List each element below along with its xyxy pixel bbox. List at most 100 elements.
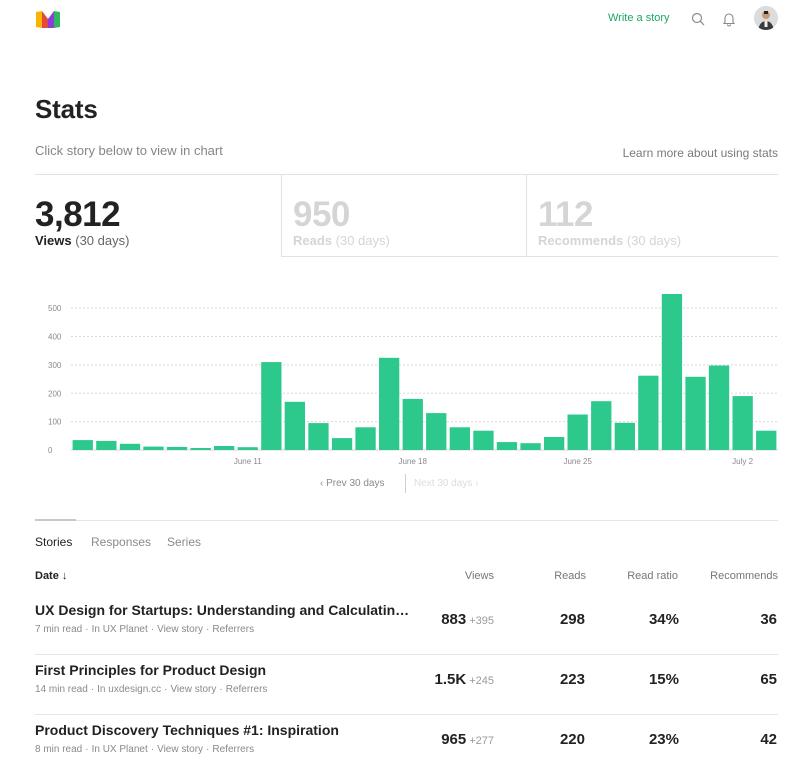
chart-bar[interactable] [331, 438, 353, 450]
y-tick-label: 0 [48, 446, 53, 455]
views-delta: +395 [469, 615, 494, 627]
chart-bar[interactable] [756, 430, 777, 450]
reads-cell: 223 [559, 671, 585, 688]
views-delta: +277 [469, 735, 494, 747]
metric-views[interactable]: 3,812 Views (30 days) [35, 175, 281, 257]
views-cell: 883 +395 [441, 611, 494, 628]
metric-recommends[interactable]: 112 Recommends (30 days) [526, 175, 778, 257]
chart-bar[interactable] [708, 365, 730, 451]
story-title[interactable]: Product Discovery Techniques #1: Inspira… [35, 722, 415, 738]
prev-30-days-label: Prev 30 days [326, 478, 385, 489]
active-tab-indicator [35, 519, 76, 521]
chevron-right-icon: › [475, 478, 479, 489]
medium-logo-icon[interactable] [36, 10, 60, 29]
referrers-link[interactable]: Referrers [226, 684, 268, 695]
read-ratio-cell: 15% [648, 671, 679, 688]
referrers-link[interactable]: Referrers [212, 744, 254, 755]
read-ratio-header[interactable]: Read ratio [627, 570, 678, 582]
metric-recommends-caption: Recommends (30 days) [538, 233, 681, 248]
chart-bar[interactable] [166, 446, 188, 450]
chart-bar[interactable] [496, 442, 518, 450]
chart-bar[interactable] [520, 443, 541, 450]
chevron-left-icon: ‹ [320, 478, 324, 489]
search-icon[interactable] [690, 11, 706, 27]
story-row[interactable]: Product Discovery Techniques #1: Inspira… [35, 715, 778, 773]
chart-bar[interactable] [685, 376, 706, 450]
tab-series[interactable]: Series [167, 535, 201, 549]
chart-bar[interactable] [591, 401, 612, 450]
story-meta: 7 min read · In UX Planet · View story · Refer… [35, 624, 255, 635]
chart-bar[interactable] [190, 448, 211, 450]
chart-bar[interactable] [473, 430, 494, 450]
views-cell: 965 +277 [441, 731, 494, 748]
chart-bar[interactable] [308, 423, 329, 450]
publication-link[interactable]: In UX Planet [92, 744, 148, 755]
view-story-link[interactable]: View story [157, 744, 203, 755]
metric-views-period: (30 days) [75, 233, 130, 248]
x-tick-label: June 11 [234, 457, 262, 466]
chart-bar[interactable] [119, 443, 141, 450]
views-header[interactable]: Views [465, 570, 494, 582]
story-row[interactable]: UX Design for Startups: Understanding an… [35, 595, 778, 655]
metric-reads-caption: Reads (30 days) [293, 233, 390, 248]
recommends-header[interactable]: Recommends [710, 570, 778, 582]
metric-reads[interactable]: 950 Reads (30 days) [281, 175, 526, 257]
y-tick-label: 400 [48, 333, 62, 342]
date-sort-header[interactable]: Date ↓ [35, 570, 67, 582]
x-tick-label: June 18 [398, 457, 427, 466]
metric-reads-period: (30 days) [335, 233, 390, 248]
chart-bar[interactable] [638, 375, 659, 450]
read-time: 8 min read [35, 744, 83, 755]
chart-bar[interactable] [426, 413, 447, 450]
reads-cell: 220 [559, 731, 585, 748]
chart-bar[interactable] [284, 401, 305, 450]
prev-30-days-button[interactable]: ‹ Prev 30 days [320, 478, 385, 489]
chart-bar[interactable] [72, 440, 93, 450]
views-cell: 1.5K +245 [435, 671, 494, 688]
publication-link[interactable]: In UX Planet [92, 624, 148, 635]
views-value: 1.5K [434, 671, 467, 688]
pager-divider [405, 474, 406, 493]
tabs-divider [35, 520, 778, 521]
story-row[interactable]: First Principles for Product Design 14 m… [35, 655, 778, 715]
publication-link[interactable]: In uxdesign.cc [97, 684, 161, 695]
chart-bar[interactable] [379, 357, 400, 450]
chart-bar[interactable] [143, 446, 164, 450]
avatar[interactable] [754, 6, 778, 30]
metric-reads-value: 950 [293, 195, 350, 234]
chart-bar[interactable] [261, 362, 282, 450]
chart-bar[interactable] [214, 446, 235, 450]
read-time: 14 min read [35, 684, 88, 695]
views-chart: 0 100 200 300 400 500 June 11 June 18 June 25 Jul… [35, 286, 780, 471]
referrers-link[interactable]: Referrers [212, 624, 254, 635]
view-story-link[interactable]: View story [170, 684, 216, 695]
metric-views-value: 3,812 [35, 195, 121, 234]
learn-more-link[interactable]: Learn more about using stats [623, 146, 778, 160]
metric-recommends-value: 112 [538, 195, 593, 234]
tab-stories[interactable]: Stories [35, 535, 72, 549]
chart-bar[interactable] [614, 422, 635, 450]
next-30-days-button[interactable]: Next 30 days › [414, 478, 479, 489]
chart-bar[interactable] [449, 427, 470, 450]
tab-responses[interactable]: Responses [91, 535, 151, 549]
chart-bar[interactable] [544, 437, 565, 450]
chart-bar[interactable] [732, 396, 753, 450]
chart-bar[interactable] [567, 414, 588, 451]
chart-bar[interactable] [661, 294, 683, 450]
y-tick-label: 500 [48, 304, 62, 313]
metric-recommends-period: (30 days) [626, 233, 682, 248]
story-title[interactable]: First Principles for Product Design [35, 662, 415, 678]
bell-icon[interactable] [721, 11, 737, 27]
reads-cell: 298 [559, 611, 585, 628]
chart-bar[interactable] [237, 447, 258, 450]
story-title[interactable]: UX Design for Startups: Understanding an… [35, 602, 415, 618]
view-story-link[interactable]: View story [157, 624, 203, 635]
chart-bar[interactable] [355, 427, 376, 450]
chart-bar[interactable] [96, 440, 117, 450]
chart-bar[interactable] [402, 398, 423, 450]
reads-header[interactable]: Reads [554, 570, 586, 582]
views-chart-svg: 0 100 200 300 400 500 June 11 June 18 June 25 Jul… [48, 294, 778, 466]
write-story-link[interactable]: Write a story [608, 12, 670, 24]
story-meta: 8 min read · In UX Planet · View story · Refer… [35, 744, 255, 755]
story-meta: 14 min read · In uxdesign.cc · View story · Re… [35, 684, 268, 695]
